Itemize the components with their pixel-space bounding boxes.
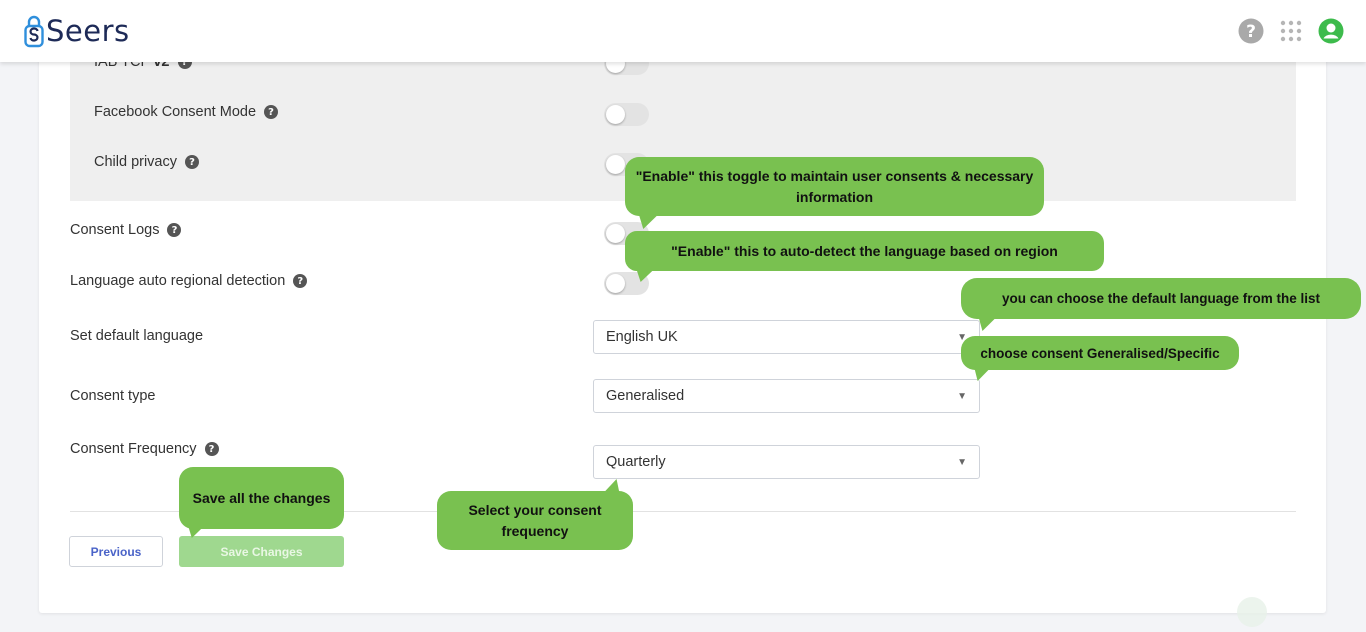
consent-frequency-tooltip: Select your consent frequency — [437, 491, 633, 550]
consent-logs-label: Consent Logs ? — [70, 222, 182, 238]
consent-frequency-label: Consent Frequency ? — [70, 441, 219, 457]
help-icon[interactable]: ? — [167, 223, 182, 237]
language-detect-tooltip: "Enable" this to auto-detect the languag… — [625, 231, 1104, 271]
seers-logo[interactable]: Seers — [24, 14, 130, 48]
facebook-consent-mode-text: Facebook Consent Mode — [94, 104, 257, 120]
refresh-float-icon[interactable] — [1237, 597, 1267, 627]
consent-type-value: Generalised — [606, 388, 685, 404]
facebook-consent-mode-toggle[interactable] — [604, 103, 649, 126]
child-privacy-text: Child privacy — [94, 154, 177, 170]
apps-grid-icon[interactable] — [1278, 18, 1304, 44]
save-changes-tooltip: Save all the changes — [179, 467, 344, 529]
previous-button[interactable]: Previous — [69, 536, 163, 567]
help-icon[interactable]: ? — [204, 442, 219, 456]
help-icon[interactable]: ? — [1238, 18, 1264, 44]
default-language-text: Set default language — [70, 328, 204, 344]
default-language-select[interactable]: English UK ▼ — [593, 320, 980, 354]
svg-text:?: ? — [1246, 22, 1256, 42]
consent-logs-tooltip: "Enable" this toggle to maintain user co… — [625, 157, 1044, 216]
consent-type-text: Consent type — [70, 388, 156, 404]
help-icon[interactable]: ? — [264, 105, 279, 119]
consent-type-tooltip: choose consent Generalised/Specific — [961, 336, 1239, 370]
consent-frequency-value: Quarterly — [606, 454, 666, 470]
consent-type-label: Consent type — [70, 388, 155, 404]
help-icon[interactable]: ? — [293, 274, 308, 288]
consent-logs-text: Consent Logs — [70, 222, 160, 238]
consent-type-select[interactable]: Generalised ▼ — [593, 379, 980, 413]
chevron-down-icon: ▼ — [957, 457, 967, 468]
brand-name: Seers — [46, 14, 130, 48]
facebook-consent-mode-label: Facebook Consent Mode ? — [94, 104, 279, 120]
user-icon[interactable] — [1318, 18, 1344, 44]
default-language-value: English UK — [606, 329, 678, 345]
lock-logo-icon — [24, 15, 44, 48]
language-detection-label: Language auto regional detection ? — [70, 273, 308, 289]
default-language-tooltip: you can choose the default language from… — [961, 278, 1361, 319]
language-detection-text: Language auto regional detection — [70, 273, 286, 289]
help-icon[interactable]: ? — [185, 155, 199, 169]
app-header: Seers ? — [0, 0, 1366, 62]
child-privacy-label: Child privacy ? — [94, 154, 199, 170]
save-changes-button[interactable]: Save Changes — [179, 536, 344, 567]
consent-frequency-select[interactable]: Quarterly ▼ — [593, 445, 980, 479]
chevron-down-icon: ▼ — [957, 391, 967, 402]
default-language-label: Set default language — [70, 328, 203, 344]
consent-frequency-text: Consent Frequency — [70, 441, 197, 457]
